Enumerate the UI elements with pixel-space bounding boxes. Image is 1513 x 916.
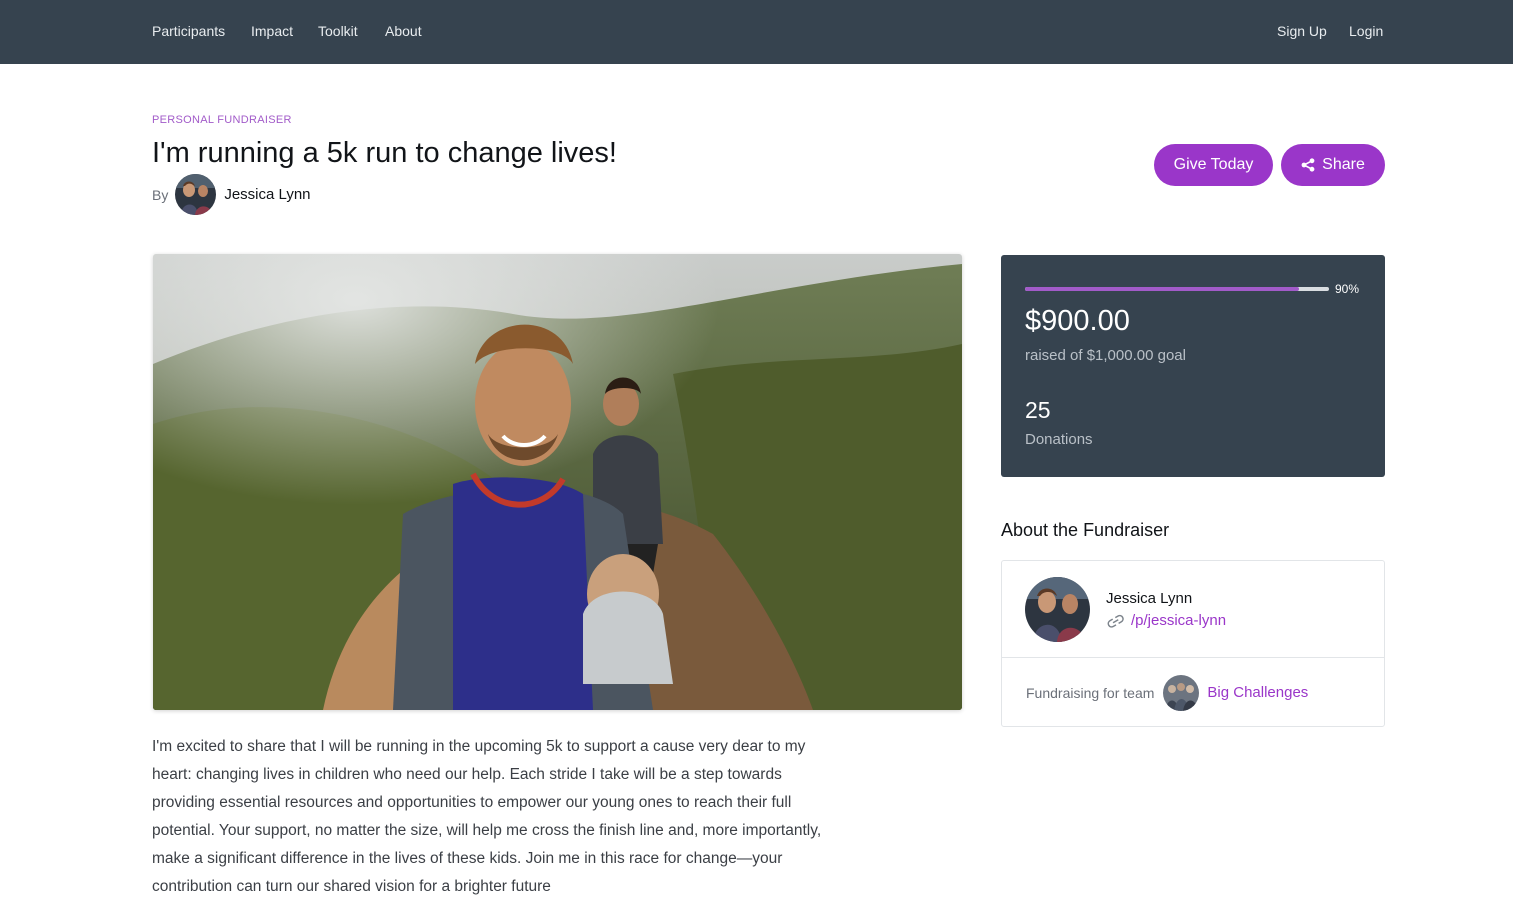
about-heading: About the Fundraiser [1001, 520, 1170, 540]
page-title: I'm running a 5k run to change lives! [152, 137, 617, 169]
nav-link-signup[interactable]: Sign Up [1277, 22, 1327, 40]
goal-text: raised of $1,000.00 goal [1025, 347, 1186, 364]
by-label: By [152, 186, 169, 203]
fundraiser-link-text: /p/jessica-lynn [1131, 612, 1227, 629]
author-avatar[interactable] [175, 174, 217, 215]
share-label: Share [1322, 156, 1365, 173]
about-card: Jessica Lynn /p/jessica-lynn Fundraising… [1001, 560, 1385, 727]
progress-fill [1025, 287, 1299, 291]
stats-card: 90% $900.00 raised of $1,000.00 goal 25 … [1001, 255, 1385, 477]
hero-image [153, 254, 962, 710]
team-avatar[interactable] [1163, 674, 1200, 711]
story-text: I'm excited to share that I will be runn… [152, 738, 822, 895]
link-icon [1107, 614, 1124, 628]
nav-link-toolkit[interactable]: Toolkit [318, 22, 358, 40]
share-button[interactable]: Share [1281, 144, 1385, 186]
give-today-button[interactable]: Give Today [1154, 144, 1273, 186]
nav-link-about[interactable]: About [385, 22, 422, 40]
donations-label: Donations [1025, 431, 1093, 448]
fundraiser-avatar[interactable] [1025, 577, 1090, 642]
byline: By Jessica Lynn [152, 174, 311, 215]
nav-link-participants[interactable]: Participants [152, 22, 225, 40]
team-name-link[interactable]: Big Challenges [1207, 684, 1308, 701]
fundraiser-name[interactable]: Jessica Lynn [1106, 590, 1192, 607]
donations-count: 25 [1025, 397, 1051, 423]
team-label: Fundraising for team [1026, 684, 1155, 701]
nav-link-impact[interactable]: Impact [251, 22, 293, 40]
top-nav: Participants Impact Toolkit About Sign U… [0, 0, 1513, 64]
fundraiser-link[interactable]: /p/jessica-lynn [1106, 612, 1226, 629]
page-kicker: PERSONAL FUNDRAISER [152, 114, 292, 126]
raised-amount: $900.00 [1025, 305, 1130, 337]
share-icon [1301, 158, 1315, 172]
author-name[interactable]: Jessica Lynn [224, 186, 310, 203]
nav-link-login[interactable]: Login [1349, 22, 1383, 40]
progress-bar [1025, 287, 1329, 291]
progress-percent: 90% [1335, 282, 1360, 296]
team-row: Fundraising for team Big Challenges [1026, 674, 1308, 711]
fundraiser-profile: Jessica Lynn /p/jessica-lynn [1002, 561, 1384, 658]
